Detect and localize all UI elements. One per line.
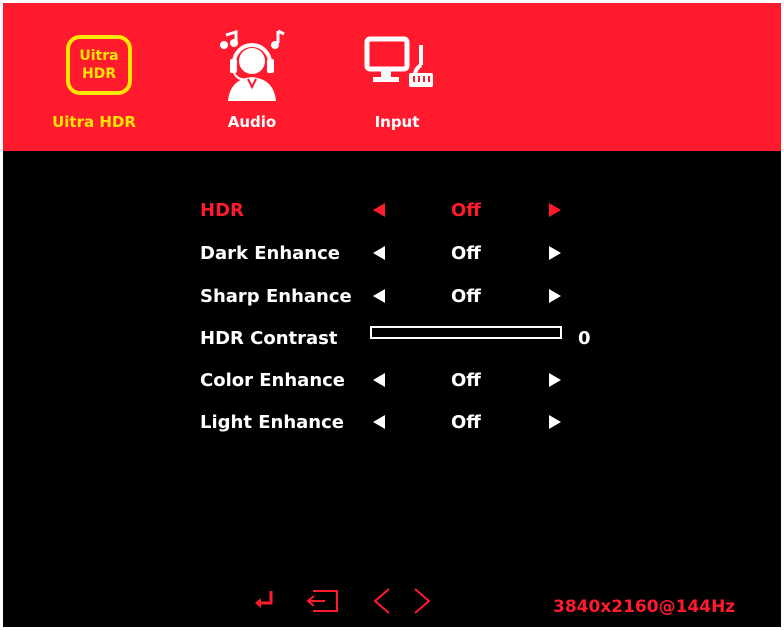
contrast-slider[interactable] [370, 326, 562, 339]
left-arrow-icon[interactable] [373, 246, 385, 260]
menu-row-label: Color Enhance [200, 370, 346, 391]
menu-row-value: Off [451, 200, 481, 221]
tab-input-label: Input [374, 113, 420, 131]
right-chevron-icon[interactable] [414, 588, 431, 614]
slider-value: 0 [578, 328, 591, 349]
menu-row-hdr-contrast[interactable]: HDR Contrast 0 [3, 326, 781, 368]
tab-ultra-hdr-label: Uitra HDR [52, 113, 136, 131]
menu-row-value: Off [451, 286, 481, 307]
menu-row-value: Off [451, 412, 481, 433]
menu-row-label: HDR Contrast [200, 328, 338, 349]
tab-bar: Uitra HDR Uitra HDR Audio Input [3, 3, 781, 151]
exit-icon[interactable] [306, 590, 338, 612]
right-arrow-icon[interactable] [549, 415, 561, 429]
right-arrow-icon[interactable] [549, 246, 561, 260]
menu-row-hdr[interactable]: HDR Off [3, 200, 781, 240]
left-arrow-icon[interactable] [373, 289, 385, 303]
headset-music-icon [220, 29, 285, 101]
menu-row-label: HDR [200, 200, 244, 221]
tab-input[interactable]: Input [337, 3, 457, 151]
monitor-input-icon [364, 36, 433, 87]
tab-audio-label: Audio [227, 113, 277, 131]
tab-ultra-hdr[interactable]: Uitra HDR Uitra HDR [34, 3, 154, 151]
left-arrow-icon[interactable] [373, 203, 385, 217]
menu-row-color-enhance[interactable]: Color Enhance Off [3, 370, 781, 410]
menu-row-label: Light Enhance [200, 412, 344, 433]
menu-row-value: Off [451, 243, 481, 264]
menu-row-value: Off [451, 370, 481, 391]
hdr-badge-line1: Uitra [79, 48, 119, 64]
left-arrow-icon[interactable] [373, 415, 385, 429]
left-chevron-icon[interactable] [373, 588, 390, 614]
osd-screen: Uitra HDR Uitra HDR Audio Input HDR Off … [3, 3, 781, 627]
menu-row-light-enhance[interactable]: Light Enhance Off [3, 412, 781, 452]
footer-nav [255, 588, 431, 614]
menu-row-dark-enhance[interactable]: Dark Enhance Off [3, 243, 781, 283]
right-arrow-icon[interactable] [549, 289, 561, 303]
tab-audio[interactable]: Audio [192, 3, 312, 151]
right-arrow-icon[interactable] [549, 373, 561, 387]
resolution-readout: 3840x2160@144Hz [553, 597, 736, 617]
left-arrow-icon[interactable] [373, 373, 385, 387]
hdr-badge-line2: HDR [81, 66, 117, 82]
menu-row-sharp-enhance[interactable]: Sharp Enhance Off [3, 286, 781, 326]
settings-menu: HDR Off Dark Enhance Off Sharp Enhance O… [3, 151, 781, 627]
osd-frame: Uitra HDR Uitra HDR Audio Input HDR Off … [0, 0, 784, 630]
right-arrow-icon[interactable] [549, 203, 561, 217]
menu-row-label: Dark Enhance [200, 243, 340, 264]
hdr-badge-icon: Uitra HDR [66, 35, 132, 95]
menu-row-label: Sharp Enhance [200, 286, 352, 307]
enter-icon[interactable] [255, 591, 273, 608]
